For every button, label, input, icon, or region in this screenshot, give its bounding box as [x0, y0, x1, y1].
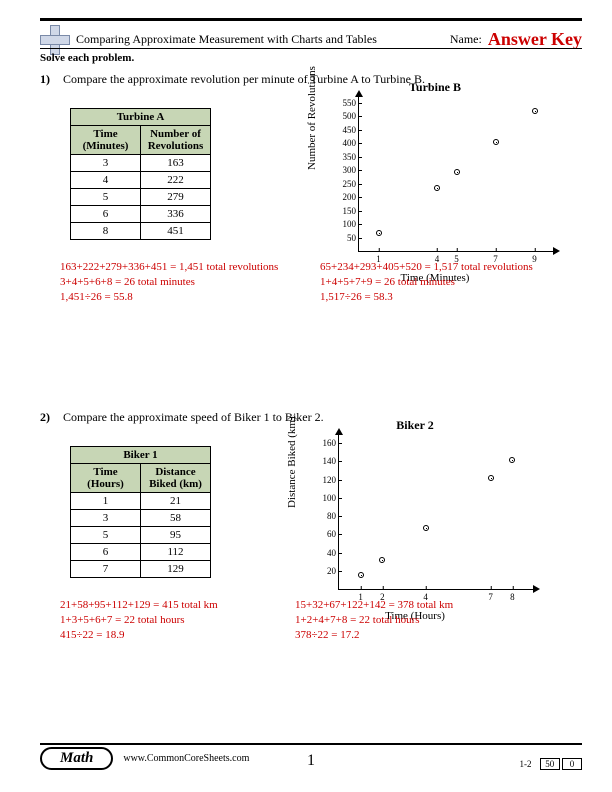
table-row: 3163 — [71, 155, 211, 172]
table-row: 6112 — [71, 544, 211, 561]
y-tick: 550 — [343, 98, 360, 108]
calc-right: 15+32+67+122+142 = 378 total km 1+2+4+7+… — [295, 598, 453, 643]
y-tick: 20 — [327, 566, 339, 576]
table-turbine-a: Turbine A Time (Minutes) Number of Revol… — [70, 108, 211, 240]
calc-left: 163+222+279+336+451 = 1,451 total revolu… — [60, 260, 278, 305]
footer: Math www.CommonCoreSheets.com 1 1-2 50 0 — [40, 743, 582, 770]
table-row: 6336 — [71, 206, 211, 223]
y-tick: 60 — [327, 529, 339, 539]
data-point — [358, 572, 364, 578]
y-tick: 100 — [343, 219, 360, 229]
y-tick: 120 — [323, 475, 340, 485]
arrow-up-icon — [335, 428, 343, 435]
table-row: 4222 — [71, 172, 211, 189]
subject-pill: Math — [40, 747, 113, 770]
calc-right: 65+234+293+405+520 = 1,517 total revolut… — [320, 260, 533, 305]
table-biker-1: Biker 1 Time (Hours) Distance Biked (km)… — [70, 446, 211, 578]
table-title: Turbine A — [71, 109, 211, 126]
y-tick: 300 — [343, 165, 360, 175]
y-tick: 50 — [347, 233, 359, 243]
col-header: Number of Revolutions — [141, 126, 211, 155]
data-point — [379, 557, 385, 563]
table-row: 8451 — [71, 223, 211, 240]
chart-title: Turbine B — [310, 80, 560, 95]
col-header: Time (Minutes) — [71, 126, 141, 155]
col-header: Time (Hours) — [71, 464, 141, 493]
y-tick: 250 — [343, 179, 360, 189]
arrow-right-icon — [533, 585, 540, 593]
score-box: 0 — [562, 758, 582, 770]
table-row: 7129 — [71, 561, 211, 578]
header-rule — [40, 48, 582, 49]
data-point — [509, 457, 515, 463]
problem-number: 1) — [40, 72, 60, 87]
chart-title: Biker 2 — [290, 418, 540, 433]
plot-area: 5010015020025030035040045050055014579 — [358, 96, 554, 252]
x-tick: 8 — [510, 589, 515, 602]
top-rule — [40, 18, 582, 21]
table-row: 358 — [71, 510, 211, 527]
table-row: 121 — [71, 493, 211, 510]
x-tick: 9 — [532, 251, 537, 264]
y-tick: 500 — [343, 111, 360, 121]
y-tick: 200 — [343, 192, 360, 202]
footer-rule — [40, 743, 582, 745]
instruction-text: Solve each problem. — [40, 52, 134, 64]
worksheet-title: Comparing Approximate Measurement with C… — [76, 32, 444, 47]
table-row: 595 — [71, 527, 211, 544]
score-box: 50 — [540, 758, 560, 770]
table-title: Biker 1 — [71, 447, 211, 464]
chart-turbine-b: Turbine B Number of Revolutions 50100150… — [310, 80, 560, 280]
data-point — [434, 185, 440, 191]
y-tick: 160 — [323, 438, 340, 448]
table-row: 5279 — [71, 189, 211, 206]
name-label: Name: — [450, 32, 482, 47]
y-tick: 350 — [343, 152, 360, 162]
y-tick: 140 — [323, 456, 340, 466]
site-url: www.CommonCoreSheets.com — [123, 753, 249, 764]
arrow-up-icon — [355, 90, 363, 97]
score-label: 1-2 — [516, 759, 536, 769]
data-point — [532, 108, 538, 114]
y-axis-label: Distance Biked (km) — [286, 416, 298, 508]
col-header: Distance Biked (km) — [141, 464, 211, 493]
answer-key-label: Answer Key — [488, 29, 582, 50]
problem-text: Compare the approximate speed of Biker 1… — [63, 410, 324, 424]
y-tick: 400 — [343, 138, 360, 148]
plot-area: 2040608010012014016012478 — [338, 434, 534, 590]
y-tick: 100 — [323, 493, 340, 503]
data-point — [423, 525, 429, 531]
data-point — [376, 230, 382, 236]
page-number: 1 — [307, 752, 315, 770]
y-tick: 80 — [327, 511, 339, 521]
data-point — [488, 475, 494, 481]
data-point — [454, 169, 460, 175]
score-boxes: 1-2 50 0 — [516, 758, 583, 770]
y-tick: 40 — [327, 548, 339, 558]
chart-biker-2: Biker 2 Distance Biked (km) 204060801001… — [290, 418, 540, 618]
y-tick: 150 — [343, 206, 360, 216]
y-axis-label: Number of Revolutions — [306, 66, 318, 170]
data-point — [493, 139, 499, 145]
calc-left: 21+58+95+112+129 = 415 total km 1+3+5+6+… — [60, 598, 218, 643]
problem-number: 2) — [40, 410, 60, 425]
y-tick: 450 — [343, 125, 360, 135]
x-tick: 7 — [488, 589, 493, 602]
arrow-right-icon — [553, 247, 560, 255]
